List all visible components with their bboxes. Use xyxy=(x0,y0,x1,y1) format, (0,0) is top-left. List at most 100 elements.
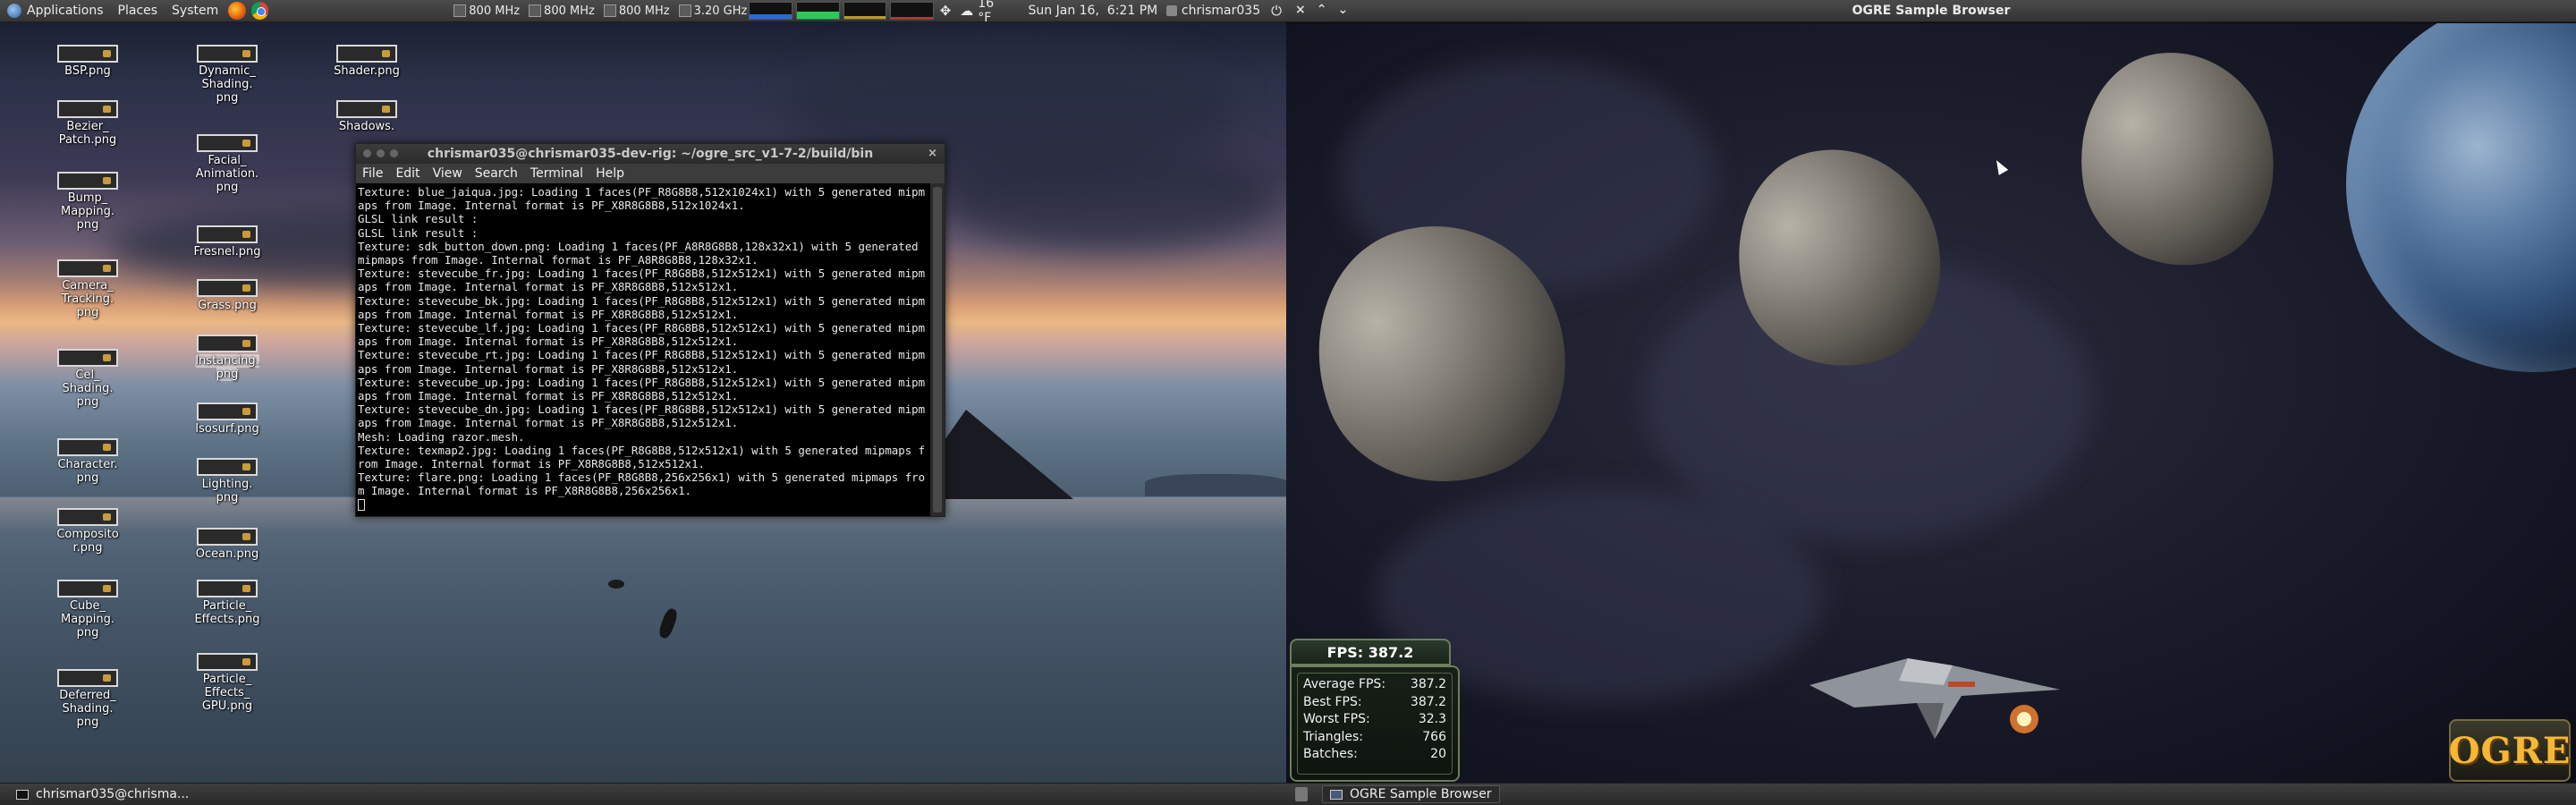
stat-label: Triangles: xyxy=(1303,729,1363,744)
close-icon[interactable]: × xyxy=(1295,3,1306,17)
temperature-label[interactable]: 16 °F xyxy=(978,0,1010,25)
desktop-file-icon[interactable]: Character. png xyxy=(50,438,125,485)
stat-value: 20 xyxy=(1430,747,1446,761)
menu-edit[interactable]: Edit xyxy=(389,166,426,181)
chrome-icon[interactable] xyxy=(250,2,269,20)
cpu-freq-label: 800 MHz xyxy=(469,4,521,18)
image-thumbnail-icon xyxy=(57,669,118,687)
desktop-file-icon[interactable]: Bump_ Mapping. png xyxy=(50,172,125,232)
terminal-output[interactable]: Texture: blue_jaiqua.jpg: Loading 1 face… xyxy=(356,183,930,516)
terminal-window[interactable]: chrismar035@chrismar035-dev-rig: ~/ogre_… xyxy=(355,143,945,517)
stat-label: Average FPS: xyxy=(1303,677,1386,691)
user-icon xyxy=(1166,5,1177,16)
close-icon[interactable]: × xyxy=(928,147,937,160)
menu-applications[interactable]: Applications xyxy=(0,0,111,21)
desktop-file-icon[interactable]: Camera_ Tracking. png xyxy=(50,259,125,319)
image-thumbnail-icon xyxy=(197,528,258,546)
cpu-freq-1[interactable]: 800 MHz xyxy=(453,4,520,18)
icon-label: Ocean.png xyxy=(195,547,259,561)
image-thumbnail-icon xyxy=(197,653,258,671)
stat-label: Best FPS: xyxy=(1303,694,1362,709)
stat-row: Triangles: 766 xyxy=(1303,729,1446,747)
bottom-panel-right: OGRE Sample Browser xyxy=(1286,783,2576,805)
ogre-titlebar[interactable]: × ⌃ ⌄ OGRE Sample Browser xyxy=(1286,0,2576,22)
icon-label: Particle_ Effects.png xyxy=(194,599,260,626)
menu-search[interactable]: Search xyxy=(469,166,524,181)
trash-icon[interactable] xyxy=(1295,787,1308,801)
weather-icon[interactable]: ☁ xyxy=(960,3,973,19)
desktop-file-icon[interactable]: Particle_ Effects_ GPU.png xyxy=(190,653,265,713)
icon-label: Grass.png xyxy=(198,299,257,312)
image-thumbnail-icon xyxy=(197,134,258,152)
disk-monitor-graph[interactable] xyxy=(890,2,934,20)
minimize-icon[interactable]: ⌄ xyxy=(1337,3,1348,17)
desktop-file-icon[interactable]: Instancing. png xyxy=(190,335,265,381)
image-thumbnail-icon xyxy=(197,402,258,420)
image-thumbnail-icon xyxy=(57,259,118,277)
fps-label: FPS: 387.2 xyxy=(1326,643,1414,661)
text-cursor xyxy=(358,498,365,511)
cpu-monitor-graph[interactable] xyxy=(749,2,792,20)
desktop-file-icon[interactable]: Cel_ Shading. png xyxy=(50,349,125,409)
desktop-file-icon[interactable]: Fresnel.png xyxy=(190,225,265,258)
terminal-titlebar[interactable]: chrismar035@chrismar035-dev-rig: ~/ogre_… xyxy=(356,144,945,164)
menu-places[interactable]: Places xyxy=(111,0,165,21)
desktop-file-icon[interactable]: Grass.png xyxy=(190,279,265,312)
minimize-window-icon[interactable] xyxy=(377,149,385,157)
cpu-freq-4[interactable]: 3.20 GHz xyxy=(678,4,747,18)
stat-row: Best FPS: 387.2 xyxy=(1303,694,1446,712)
stat-row: Batches: 20 xyxy=(1303,746,1446,764)
firefox-icon[interactable] xyxy=(228,2,246,20)
icon-label: Bezier_ Patch.png xyxy=(58,120,117,147)
terminal-scrollbar[interactable] xyxy=(930,183,945,516)
icon-label: Instancing. png xyxy=(195,354,259,381)
rock xyxy=(608,580,624,589)
stat-label: Worst FPS: xyxy=(1303,712,1370,726)
icon-label: Cel_ Shading. png xyxy=(62,369,114,409)
taskbar-ogre-button[interactable]: OGRE Sample Browser xyxy=(1322,785,1500,803)
stat-value: 387.2 xyxy=(1410,677,1446,691)
menu-view[interactable]: View xyxy=(427,166,469,181)
desktop-file-icon[interactable]: BSP.png xyxy=(50,45,125,78)
close-window-icon[interactable] xyxy=(363,149,371,157)
desktop-file-icon[interactable]: Bezier_ Patch.png xyxy=(50,100,125,147)
desktop-right: × ⌃ ⌄ OGRE Sample Browser FPS: 387.2 Ave… xyxy=(1286,0,2576,805)
desktop-file-icon[interactable]: Cube_ Mapping. png xyxy=(50,580,125,640)
maximize-window-icon[interactable] xyxy=(390,149,398,157)
icon-label: Facial_ Animation. png xyxy=(195,154,259,194)
desktop-file-icon[interactable]: Ocean.png xyxy=(190,528,265,561)
image-thumbnail-icon xyxy=(57,580,118,597)
memory-monitor-graph[interactable] xyxy=(795,2,840,20)
icon-label: Shader.png xyxy=(334,64,400,78)
desktop-file-icon[interactable]: Deferred_ Shading. png xyxy=(50,669,125,729)
desktop-file-icon[interactable]: Lighting. png xyxy=(190,458,265,504)
fps-stats-panel[interactable]: FPS: 387.2 Average FPS: 387.2 Best FPS: 38… xyxy=(1290,639,1460,782)
fps-header: FPS: 387.2 xyxy=(1290,639,1451,665)
dropbox-icon[interactable]: ✥ xyxy=(940,3,952,19)
user-menu[interactable]: chrismar035 xyxy=(1182,4,1260,18)
menu-help[interactable]: Help xyxy=(589,166,631,181)
desktop-file-icon[interactable]: Shadows. xyxy=(329,100,404,133)
cpu-freq-3[interactable]: 800 MHz xyxy=(603,4,670,18)
desktop-file-icon[interactable]: Shader.png xyxy=(329,45,404,78)
desktop-file-icon[interactable]: Dynamic_ Shading. png xyxy=(190,45,265,105)
icon-label: Character. png xyxy=(57,458,118,485)
power-icon[interactable]: ⏻ xyxy=(1271,3,1282,19)
icon-label: Cube_ Mapping. png xyxy=(61,599,114,640)
network-monitor-graph[interactable] xyxy=(843,2,887,20)
menu-file[interactable]: File xyxy=(356,166,389,181)
menu-terminal[interactable]: Terminal xyxy=(524,166,589,181)
menu-system[interactable]: System xyxy=(165,0,225,21)
desktop-file-icon[interactable]: Particle_ Effects.png xyxy=(190,580,265,626)
desktop-file-icon[interactable]: Composito r.png xyxy=(50,508,125,555)
ogre-logo: OGRE xyxy=(2449,719,2571,782)
cpu-freq-2[interactable]: 800 MHz xyxy=(529,4,595,18)
render-viewport[interactable]: FPS: 387.2 Average FPS: 387.2 Best FPS: 38… xyxy=(1286,23,2576,783)
icon-label: Fresnel.png xyxy=(193,245,261,258)
image-thumbnail-icon xyxy=(57,172,118,190)
taskbar-terminal-button[interactable]: chrismar035@chrisma... xyxy=(9,785,196,803)
desktop-file-icon[interactable]: Isosurf.png xyxy=(190,402,265,436)
desktop-file-icon[interactable]: Facial_ Animation. png xyxy=(190,134,265,194)
clock[interactable]: Sun Jan 16, 6:21 PM xyxy=(1029,4,1158,18)
maximize-icon[interactable]: ⌃ xyxy=(1317,3,1327,17)
